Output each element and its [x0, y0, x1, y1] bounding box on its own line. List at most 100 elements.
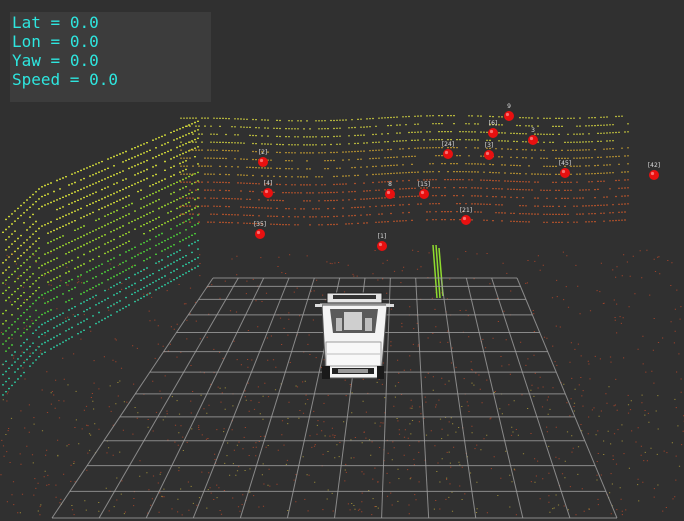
telemetry-speed-value: 0.0: [89, 70, 118, 89]
detected-object: [21]: [460, 207, 472, 225]
lidar-ring: [180, 179, 629, 186]
object-marker: [484, 150, 494, 160]
lidar-ground-points: [2, 380, 681, 515]
object-marker: [255, 229, 265, 239]
telemetry-lat-value: 0.0: [69, 13, 99, 32]
object-marker: [528, 135, 538, 145]
lidar-ring: [2, 180, 199, 294]
detected-object: [35]: [254, 221, 266, 239]
lidar-ring: [2, 222, 199, 345]
lidar-ring: [180, 115, 623, 122]
grid-line: [491, 277, 571, 519]
object-id-label: 3: [531, 127, 535, 134]
object-marker-highlight: [256, 230, 261, 235]
object-marker: [443, 149, 453, 159]
detected-objects: [2] [4] [35] [1] 8 [15] [21] [24] [3] [6] 3 9 [45] [4…: [254, 103, 660, 251]
object-marker-highlight: [489, 129, 494, 134]
object-id-label: [6]: [489, 120, 498, 127]
object-marker: [385, 189, 395, 199]
object-id-label: 8: [388, 181, 392, 188]
detected-object: [4]: [263, 180, 273, 198]
object-marker: [377, 241, 387, 251]
grid-line: [465, 277, 524, 519]
object-marker: [263, 188, 273, 198]
lidar-ring: [180, 147, 629, 154]
detected-object: 3: [528, 127, 538, 145]
telemetry-speed: Speed = 0.0: [12, 70, 118, 89]
lidar-ring: [2, 163, 199, 274]
object-marker-highlight: [485, 151, 490, 156]
lidar-ring: [189, 187, 629, 194]
object-marker-highlight: [444, 150, 449, 155]
object-marker-highlight: [386, 190, 391, 195]
object-marker-highlight: [505, 112, 510, 117]
grid-line: [239, 277, 315, 519]
lidar-ring: [5, 188, 199, 302]
lidar-ring: [180, 195, 629, 202]
telemetry-overlay: Lat = 0.0 Lon = 0.0 Yaw = 0.0 Speed = 0.…: [10, 12, 211, 102]
object-id-label: [4]: [264, 180, 273, 187]
lidar-pole: [432, 244, 444, 299]
detected-object: [6]: [488, 120, 498, 138]
detected-object: 8: [385, 181, 395, 199]
lidar-ring: [180, 139, 614, 146]
lidar-ground-points: [0, 249, 684, 516]
telemetry-speed-label: Speed: [12, 70, 61, 89]
object-marker-highlight: [462, 216, 467, 221]
object-id-label: [35]: [254, 221, 266, 228]
object-id-label: [1]: [378, 233, 387, 240]
object-marker: [258, 157, 268, 167]
grid-line: [192, 277, 290, 519]
telemetry-yaw: Yaw = 0.0: [12, 51, 99, 70]
object-id-label: [15]: [418, 181, 430, 188]
detected-object: [45]: [559, 160, 571, 178]
detected-object: [15]: [418, 181, 430, 199]
detected-object: [2]: [258, 149, 268, 167]
object-marker-highlight: [561, 169, 566, 174]
object-marker: [461, 215, 471, 225]
telemetry-yaw-value: 0.0: [69, 51, 99, 70]
object-marker-highlight: [420, 190, 425, 195]
grid-line: [415, 277, 430, 519]
object-marker-highlight: [378, 242, 383, 247]
object-marker: [504, 111, 514, 121]
telemetry-lon: Lon = 0.0: [12, 32, 99, 51]
lidar-ring: [2, 197, 199, 315]
telemetry-yaw-label: Yaw: [12, 51, 41, 70]
detected-object: 9: [504, 103, 514, 121]
detected-object: [1]: [377, 233, 387, 251]
grid-line: [98, 277, 239, 519]
lidar-ring: [2, 171, 199, 284]
telemetry-lon-label: Lon: [12, 32, 41, 51]
detected-object: [3]: [484, 142, 494, 160]
lidar-ring: [2, 214, 199, 335]
rviz-viewport[interactable]: [2] [4] [35] [1] 8 [15] [21] [24] [3] [6] 3 9 [45] [4…: [0, 0, 684, 521]
object-marker-highlight: [650, 171, 655, 176]
telemetry-lat-label: Lat: [12, 13, 41, 32]
lidar-ring: [2, 248, 199, 376]
object-marker: [488, 128, 498, 138]
telemetry-lon-value: 0.0: [69, 32, 99, 51]
lidar-ring: [2, 257, 199, 386]
detected-object: [24]: [442, 141, 454, 159]
lidar-ring: [2, 129, 199, 233]
object-id-label: [24]: [442, 141, 454, 148]
object-marker: [419, 189, 429, 199]
object-marker-highlight: [264, 189, 269, 194]
object-marker-highlight: [259, 158, 264, 163]
lidar-ring: [180, 211, 626, 218]
lidar-ring: [192, 131, 629, 138]
object-id-label: [21]: [460, 207, 472, 214]
lidar-ring: [2, 239, 199, 366]
object-id-label: [2]: [259, 149, 268, 156]
detected-object: [42]: [648, 162, 660, 180]
telemetry-lat: Lat = 0.0: [12, 13, 99, 32]
object-id-label: 9: [507, 103, 511, 110]
vehicle-model: [315, 292, 394, 379]
object-id-label: [42]: [648, 162, 660, 169]
lidar-ring: [180, 203, 629, 210]
lidar-ring: [2, 205, 199, 325]
object-id-label: [45]: [559, 160, 571, 167]
lidar-ring: [186, 123, 629, 130]
object-marker: [649, 170, 659, 180]
